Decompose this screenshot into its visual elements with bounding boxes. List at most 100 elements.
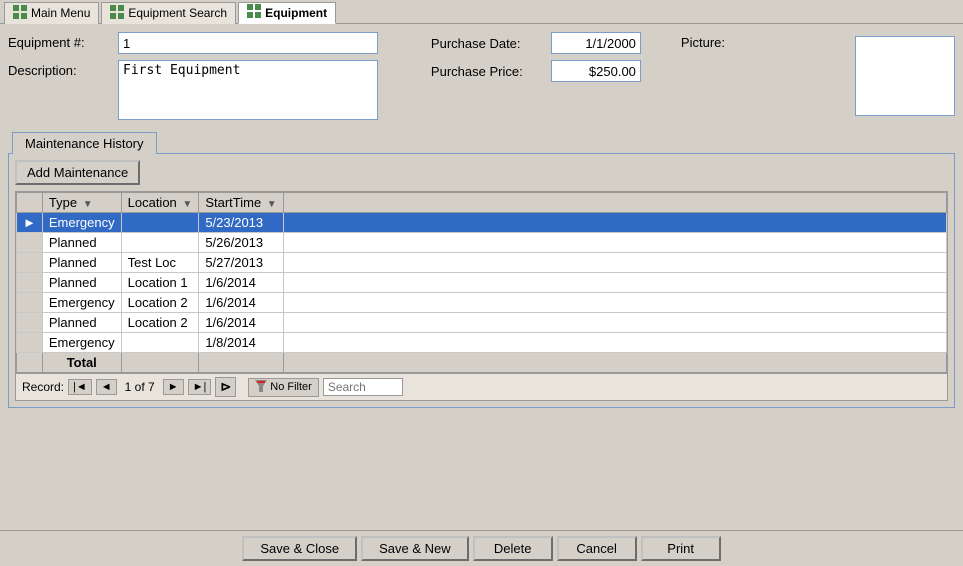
table-header: Type ▼ Location ▼ StartTime ▼ — [17, 193, 947, 213]
nav-next-button[interactable]: ► — [163, 379, 184, 395]
cell-starttime: 1/6/2014 — [199, 313, 283, 333]
total-indicator — [17, 353, 43, 373]
cell-empty — [283, 233, 946, 253]
description-row: Description: First Equipment — [8, 60, 401, 120]
print-button[interactable]: Print — [641, 536, 721, 561]
delete-button[interactable]: Delete — [473, 536, 553, 561]
header-starttime[interactable]: StartTime ▼ — [199, 193, 283, 213]
cell-type: Planned — [42, 253, 121, 273]
cell-starttime: 1/6/2014 — [199, 273, 283, 293]
table-row[interactable]: EmergencyLocation 21/6/2014 — [17, 293, 947, 313]
cell-empty — [283, 253, 946, 273]
cell-location: Test Loc — [121, 253, 199, 273]
row-indicator — [17, 293, 43, 313]
description-input[interactable]: First Equipment — [118, 60, 378, 120]
table-row[interactable]: ►Emergency 5/23/2013 — [17, 213, 947, 233]
table-row[interactable]: PlannedTest Loc5/27/2013 — [17, 253, 947, 273]
maintenance-table-container[interactable]: Type ▼ Location ▼ StartTime ▼ — [15, 191, 948, 374]
cell-starttime: 5/27/2013 — [199, 253, 283, 273]
cell-empty — [283, 293, 946, 313]
cell-starttime: 1/6/2014 — [199, 293, 283, 313]
history-content: Add Maintenance Type ▼ — [8, 153, 955, 408]
nav-new-button[interactable]: ⊳ — [215, 377, 236, 397]
record-navigator: Record: |◄ ◄ 1 of 7 ► ►| ⊳ — [15, 374, 948, 401]
tab-bar: Main Menu Equipment Search Equipment — [0, 0, 963, 24]
table-row[interactable]: Emergency1/8/2014 — [17, 333, 947, 353]
maintenance-panel: Maintenance History Add Maintenance — [8, 132, 955, 408]
row-indicator — [17, 253, 43, 273]
purchase-price-label: Purchase Price: — [431, 64, 551, 79]
cancel-button[interactable]: Cancel — [557, 536, 637, 561]
cell-type: Planned — [42, 273, 121, 293]
tab-main-menu-label: Main Menu — [31, 6, 90, 20]
cell-location: Location 1 — [121, 273, 199, 293]
search-input[interactable] — [323, 378, 403, 396]
maintenance-table: Type ▼ Location ▼ StartTime ▼ — [16, 192, 947, 373]
table-total-row: Total — [17, 353, 947, 373]
cell-empty — [283, 273, 946, 293]
tab-equipment-search[interactable]: Equipment Search — [101, 2, 236, 24]
cell-starttime: 5/26/2013 — [199, 233, 283, 253]
cell-type: Emergency — [42, 213, 121, 233]
maintenance-history-tab[interactable]: Maintenance History — [12, 132, 157, 154]
no-filter-button[interactable]: No Filter — [248, 378, 319, 397]
table-row[interactable]: Planned 5/26/2013 — [17, 233, 947, 253]
main-content: Equipment #: Description: First Equipmen… — [0, 24, 963, 530]
header-type[interactable]: Type ▼ — [42, 193, 121, 213]
purchase-price-row: Purchase Price: — [431, 60, 641, 82]
cell-location: Location 2 — [121, 313, 199, 333]
description-label: Description: — [8, 60, 118, 78]
table-row[interactable]: PlannedLocation 21/6/2014 — [17, 313, 947, 333]
save-new-button[interactable]: Save & New — [361, 536, 469, 561]
table-body: ►Emergency5/23/2013Planned5/26/2013Plann… — [17, 213, 947, 373]
row-indicator: ► — [17, 213, 43, 233]
purchase-date-label: Purchase Date: — [431, 36, 551, 51]
cell-location — [121, 333, 199, 353]
total-empty — [283, 353, 946, 373]
add-maintenance-button[interactable]: Add Maintenance — [15, 160, 140, 185]
left-form: Equipment #: Description: First Equipmen… — [8, 32, 401, 126]
no-filter-label: No Filter — [270, 381, 312, 393]
table-row[interactable]: PlannedLocation 11/6/2014 — [17, 273, 947, 293]
bottom-button-bar: Save & Close Save & New Delete Cancel Pr… — [0, 530, 963, 566]
filter-icon — [255, 380, 267, 395]
cell-starttime: 1/8/2014 — [199, 333, 283, 353]
sort-arrow-starttime: ▼ — [267, 199, 277, 210]
grid-icon-search — [110, 5, 124, 22]
nav-first-button[interactable]: |◄ — [68, 379, 92, 395]
purchase-date-row: Purchase Date: — [431, 32, 641, 54]
row-indicator — [17, 313, 43, 333]
record-label: Record: — [22, 380, 64, 394]
cell-empty — [283, 313, 946, 333]
row-indicator — [17, 233, 43, 253]
maintenance-tab-label: Maintenance History — [8, 132, 955, 153]
total-location — [121, 353, 199, 373]
picture-section: Picture: — [681, 32, 955, 116]
save-close-button[interactable]: Save & Close — [242, 536, 357, 561]
purchase-date-input[interactable] — [551, 32, 641, 54]
header-indicator — [17, 193, 43, 213]
total-label: Total — [42, 353, 121, 373]
row-indicator — [17, 273, 43, 293]
header-empty — [283, 193, 946, 213]
tab-equipment-search-label: Equipment Search — [128, 6, 227, 20]
purchase-price-input[interactable] — [551, 60, 641, 82]
cell-type: Planned — [42, 313, 121, 333]
cell-location — [121, 213, 199, 233]
cell-starttime: 5/23/2013 — [199, 213, 283, 233]
tab-equipment[interactable]: Equipment — [238, 2, 336, 24]
nav-prev-button[interactable]: ◄ — [96, 379, 117, 395]
record-position: 1 of 7 — [125, 380, 155, 394]
nav-last-button[interactable]: ►| — [188, 379, 212, 395]
picture-label: Picture: — [681, 32, 725, 50]
right-form: Purchase Date: Purchase Price: — [431, 32, 641, 88]
cell-empty — [283, 333, 946, 353]
header-location[interactable]: Location ▼ — [121, 193, 199, 213]
cell-location: Location 2 — [121, 293, 199, 313]
top-form: Equipment #: Description: First Equipmen… — [8, 32, 955, 126]
picture-box — [855, 36, 955, 116]
cell-type: Planned — [42, 233, 121, 253]
equipment-number-input[interactable] — [118, 32, 378, 54]
sort-arrow-type: ▼ — [83, 199, 93, 210]
tab-main-menu[interactable]: Main Menu — [4, 2, 99, 24]
